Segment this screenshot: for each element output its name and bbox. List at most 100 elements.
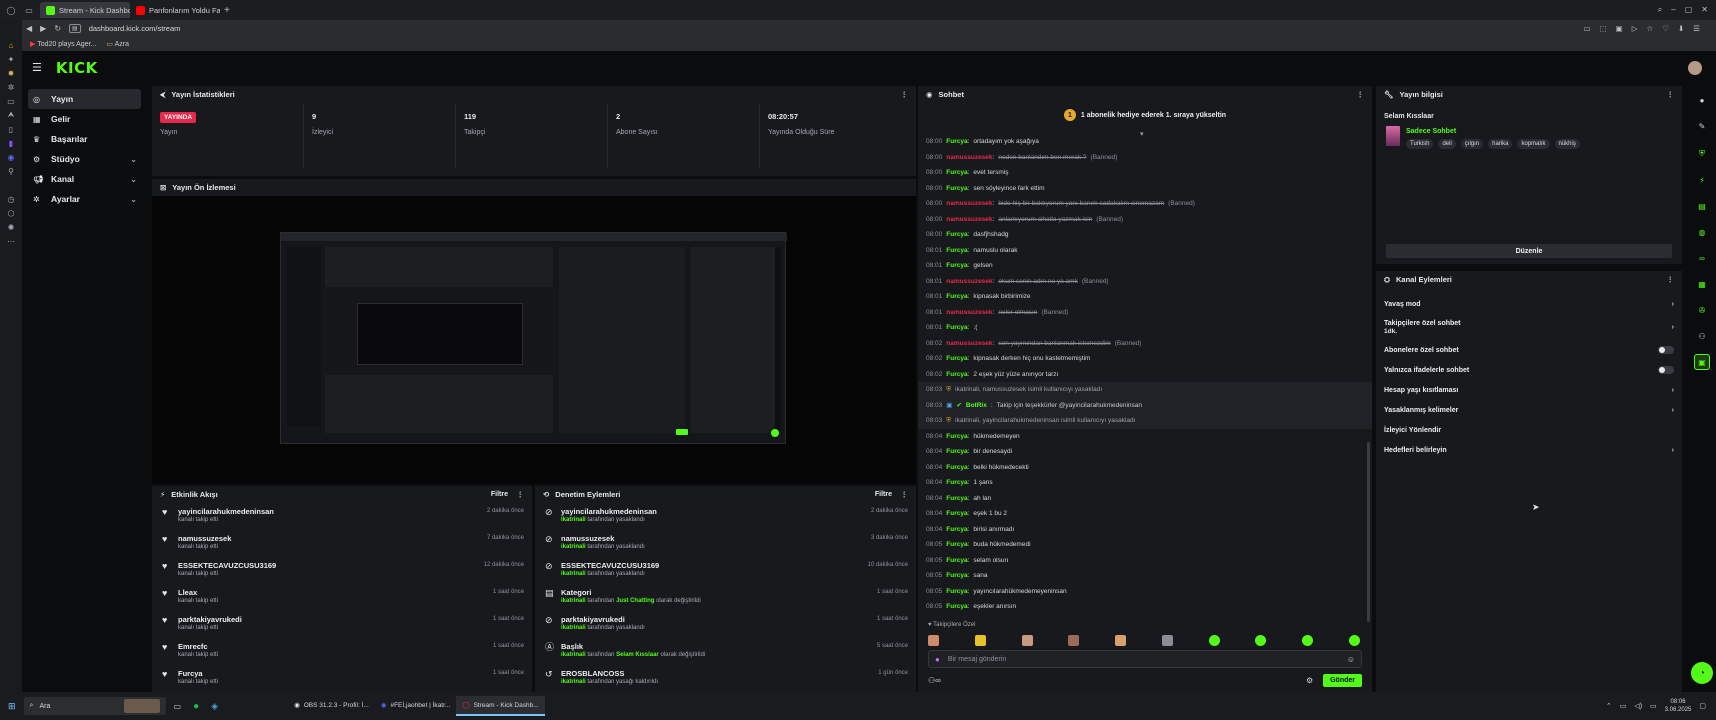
taskbar-app-obs[interactable]: ◉ OBS 31.2.3 - Profil: İ...	[288, 696, 375, 716]
activity-item[interactable]: ♥ parktakiyavrukedi kanalı takip etti 1 …	[152, 611, 532, 638]
channel-action-hesap-yaşı-kısıtlaması[interactable]: Hesap yaşı kısıtlaması ›	[1376, 380, 1682, 400]
channel-action-yalnızca-ifadelerle-sohbet[interactable]: Yalnızca ifadelerle sohbet	[1376, 360, 1682, 380]
back-icon[interactable]: ◀	[26, 24, 32, 33]
chat-message[interactable]: 08:00 namussuzesek: anlamıyorum cihatla y…	[918, 212, 1372, 228]
stream-tag[interactable]: nükhiş	[1554, 139, 1580, 149]
chat-username[interactable]: Furcya	[946, 138, 967, 145]
grid-icon[interactable]: ▦	[1694, 276, 1710, 292]
chat-username[interactable]: Furcya	[946, 169, 967, 176]
chat-message[interactable]: 08:00 Furcya: ortadayım yok aşağıya	[918, 134, 1372, 150]
sidebar-aria-icon[interactable]: ✹	[0, 66, 22, 80]
chat-message[interactable]: 08:01 Furcya: gelsen	[918, 258, 1372, 274]
chat-message[interactable]: 08:04 Furcya: ah lan	[918, 491, 1372, 507]
nav-item-başarılar[interactable]: ♛ Başarılar	[28, 129, 141, 149]
chat-username[interactable]: Furcya	[946, 231, 967, 238]
channel-action-hedefleri-belirleyin[interactable]: Hedefleri belirleyin ›	[1376, 440, 1682, 460]
emote-icon[interactable]	[1161, 634, 1173, 646]
chat-message[interactable]: 08:03 ▣ ✔ BotRix: Takip için teşekkürler …	[918, 397, 1372, 413]
chat-message[interactable]: 08:02 Furcya: 2 eşek yüz yüze anırıyor ta…	[918, 367, 1372, 383]
toggle-switch[interactable]	[1658, 346, 1674, 354]
emoji-icon[interactable]: ☺	[1347, 655, 1355, 664]
browser-tab-youtube[interactable]: Panfonlarım Yoldu Fatih	[130, 2, 220, 18]
chat-message[interactable]: 08:04 Furcya: eşek 1 bu 2	[918, 506, 1372, 522]
activity-item[interactable]: ♥ Emrecfc kanalı takip etti 1 saat önce	[152, 638, 532, 665]
activity-item[interactable]: ♥ yayincilarahukmedeninsan kanalı takip …	[152, 503, 532, 530]
emote-icon[interactable]	[1348, 634, 1360, 646]
search-tabs-icon[interactable]: ⌕	[1658, 5, 1662, 15]
moderation-filter-button[interactable]: Filtre	[875, 491, 892, 498]
share-icon[interactable]: ⬚	[1600, 24, 1607, 33]
chat-username[interactable]: Furcya	[946, 293, 967, 300]
chat-input[interactable]: Bir mesaj gönderin	[948, 656, 1006, 663]
opera-logo-icon[interactable]: ◯	[0, 3, 22, 17]
spotify-icon[interactable]: ●	[193, 701, 199, 712]
record-icon[interactable]: ●	[1694, 92, 1710, 108]
chat-username[interactable]: Furcya	[946, 495, 967, 502]
monitor-icon[interactable]: ▣	[1694, 354, 1710, 370]
chat-message[interactable]: 08:05 Furcya: sana	[918, 568, 1372, 584]
sidebar-arrow-icon[interactable]: ⮝	[0, 108, 22, 122]
user-plus-icon[interactable]: ⚇	[1694, 328, 1710, 344]
channel-actions-more-icon[interactable]: ⋮	[1667, 275, 1675, 284]
chat-message[interactable]: 08:00 Furcya: dasfjhshadg	[918, 227, 1372, 243]
heart-icon[interactable]: ♡	[1662, 24, 1669, 33]
sidebar-more-icon[interactable]: ⋯	[0, 234, 22, 248]
tray-chevron-icon[interactable]: ⌃	[1606, 702, 1612, 710]
edit-stream-info-button[interactable]: Düzenle	[1386, 244, 1672, 258]
mic-icon[interactable]: ●	[935, 655, 940, 664]
battery-icon[interactable]: ▭	[1650, 702, 1657, 710]
play-icon[interactable]: ▷	[1632, 24, 1638, 33]
stream-tag[interactable]: kopmalık	[1517, 139, 1550, 149]
channel-action-yavaş-mod[interactable]: Yavaş mod ›	[1376, 294, 1682, 314]
sidebar-ai-icon[interactable]: ✦	[0, 52, 22, 66]
reload-icon[interactable]: ↻	[54, 24, 61, 33]
nav-item-gelir[interactable]: ▦ Gelir	[28, 109, 141, 129]
chat-message[interactable]: 08:04 Furcya: hükmedemeyen	[918, 429, 1372, 445]
chat-message[interactable]: 08:04 Furcya: 1 şans	[918, 475, 1372, 491]
chevron-down-icon[interactable]: ⌄	[130, 155, 137, 164]
workspaces-icon[interactable]: ▭	[22, 3, 36, 17]
chevron-down-icon[interactable]: ⌄	[130, 175, 137, 184]
channel-action-abonelere-özel-sohbet[interactable]: Abonelere özel sohbet	[1376, 340, 1682, 360]
chat-username[interactable]: Furcya	[946, 603, 967, 610]
chat-username[interactable]: namussuzesek	[946, 216, 992, 223]
bookmark-star-icon[interactable]: ☆	[1647, 24, 1654, 33]
chat-more-icon[interactable]: ⋮	[1357, 90, 1365, 99]
emote-icon[interactable]	[1115, 634, 1127, 646]
nav-item-yayın[interactable]: ◎ Yayın	[28, 89, 141, 109]
link-icon[interactable]: ∞	[1694, 250, 1710, 266]
chat-username[interactable]: Furcya	[946, 572, 967, 579]
sidebar-bookmark-icon[interactable]: ✲	[0, 80, 22, 94]
activity-item[interactable]: ♥ Lleax kanalı takip etti 1 saat önce	[152, 584, 532, 611]
chat-username[interactable]: Furcya	[946, 479, 967, 486]
maximize-icon[interactable]: ▢	[1685, 5, 1693, 15]
emote-icon[interactable]	[1208, 634, 1220, 646]
sidebar-home-icon[interactable]: ⌂	[0, 38, 22, 52]
stream-tag[interactable]: Turkish	[1406, 139, 1434, 149]
chat-message[interactable]: 08:05 Furcya: buda hükmedemedi	[918, 537, 1372, 553]
moderation-item[interactable]: ↺ EROSBLANCOSS ikatrinali tarafından yas…	[535, 665, 916, 692]
sidebar-clock-icon[interactable]: ◷	[0, 192, 22, 206]
chat-message[interactable]: 08:05 Furcya: eşekler anırsın	[918, 599, 1372, 614]
extension-icon[interactable]: ▣	[1616, 24, 1623, 33]
clip-icon[interactable]: ▤	[1694, 198, 1710, 214]
bookmark-item[interactable]: ▭ Azra	[106, 40, 129, 48]
chat-settings-icon[interactable]: ⚙	[1306, 676, 1313, 685]
sidebar-discord-icon[interactable]: ◉	[0, 150, 22, 164]
moderation-item[interactable]: Ⓐ Başlık ikatrinali tarafından Selam Kıs…	[535, 638, 916, 665]
chat-username[interactable]: Furcya	[946, 588, 967, 595]
chat-username[interactable]: Furcya	[946, 324, 967, 331]
chat-message[interactable]: 08:01 Furcya: kipnasak birbirimize	[918, 289, 1372, 305]
activity-item[interactable]: ♥ Furcya kanalı takip etti 1 saat önce	[152, 665, 532, 692]
chat-username[interactable]: Furcya	[946, 355, 967, 362]
notification-icon[interactable]: ▢	[1699, 702, 1706, 710]
moderation-item[interactable]: ▤ Kategori ikatrinali tarafından Just Ch…	[535, 584, 916, 611]
task-view-icon[interactable]: ▭	[174, 702, 182, 711]
stream-preview-video[interactable]	[152, 196, 916, 484]
help-chat-icon[interactable]: ◔	[1691, 662, 1713, 684]
chat-message[interactable]: 08:00 Furcya: evet tersmiş	[918, 165, 1372, 181]
chevron-right-icon[interactable]: ›	[1672, 324, 1674, 331]
chat-message[interactable]: 08:00 namussuzesek: bide hiç bir baktıyor…	[918, 196, 1372, 212]
sidebar-cube-icon[interactable]: ⬡	[0, 206, 22, 220]
chat-message[interactable]: 08:01 Furcya: :(	[918, 320, 1372, 336]
